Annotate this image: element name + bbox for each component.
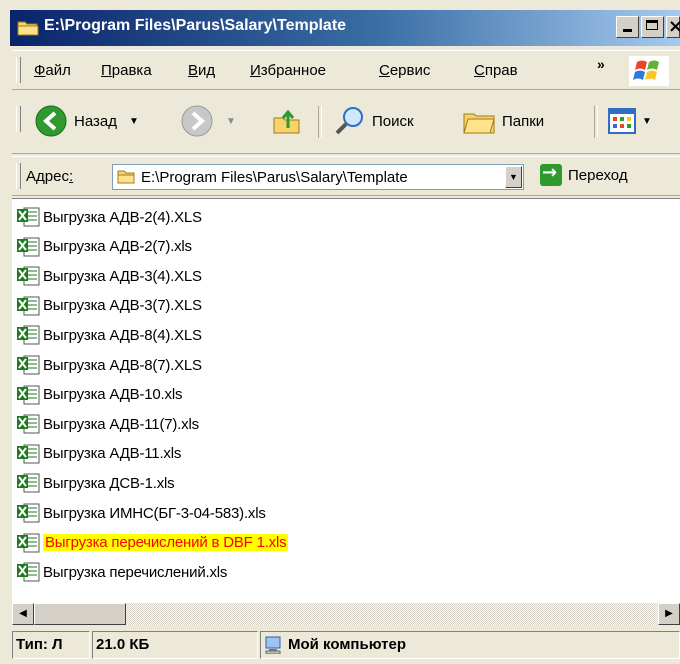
address-value: E:\Program Files\Parus\Salary\Template [141, 169, 408, 186]
file-item[interactable]: Выгрузка АДВ-3(4).XLS [16, 265, 202, 287]
address-input[interactable]: E:\Program Files\Parus\Salary\Template ▼ [112, 164, 524, 190]
folders-button[interactable]: Папки [462, 104, 544, 138]
views-button[interactable]: ▼ [608, 104, 652, 138]
my-computer-icon [265, 636, 281, 655]
minimize-button[interactable] [616, 16, 639, 38]
status-bar: Тип: Л 21.0 КБ Мой компьютер [12, 627, 680, 664]
file-item[interactable]: Выгрузка ДСВ-1.xls [16, 472, 175, 494]
excel-file-icon [17, 473, 40, 493]
folder-icon [117, 170, 135, 184]
standard-toolbar: Назад ▼ ▼ Поиск Папки ▼ [12, 92, 680, 154]
window-title: E:\Program Files\Parus\Salary\Template [44, 17, 347, 34]
status-size: 21.0 КБ [92, 631, 258, 659]
menu-bar: Файл Правка Вид Избранное Сервис Справ » [12, 50, 680, 90]
file-item[interactable]: Выгрузка перечислений.xls [16, 561, 227, 583]
scroll-left-button[interactable]: ◀ [12, 603, 34, 625]
file-name: Выгрузка АДВ-2(7).xls [43, 238, 192, 256]
windows-logo-icon [629, 56, 669, 86]
file-name: Выгрузка АДВ-11(7).xls [43, 415, 199, 433]
file-item[interactable]: Выгрузка АДВ-10.xls [16, 384, 182, 406]
address-label: Адрес: [26, 168, 74, 185]
file-name: Выгрузка АДВ-2(4).XLS [43, 208, 202, 226]
close-button[interactable] [666, 16, 680, 38]
title-bar[interactable]: E:\Program Files\Parus\Salary\Template [10, 10, 680, 46]
menu-overflow-chevron[interactable]: » [597, 56, 605, 72]
forward-button[interactable]: ▼ [180, 104, 236, 138]
menu-favorites[interactable]: Избранное [250, 62, 326, 79]
file-item[interactable]: Выгрузка АДВ-2(7).xls [16, 236, 192, 258]
folders-label: Папки [502, 112, 545, 130]
excel-file-icon [17, 296, 40, 316]
search-button[interactable]: Поиск [334, 104, 414, 138]
file-item[interactable]: Выгрузка АДВ-3(7).XLS [16, 295, 202, 317]
excel-file-icon [17, 325, 40, 345]
file-name: Выгрузка ДСВ-1.xls [43, 474, 175, 492]
menu-file[interactable]: Файл [34, 62, 71, 79]
up-folder-icon [273, 109, 300, 134]
horizontal-scrollbar[interactable]: ◀ ▶ [12, 603, 680, 625]
file-name: Выгрузка АДВ-3(4).XLS [43, 267, 202, 285]
go-button[interactable]: Переход [540, 162, 628, 186]
file-item[interactable]: Выгрузка перечислений в DBF 1.xls [16, 532, 289, 554]
excel-file-icon [17, 533, 40, 553]
status-location: Мой компьютер [260, 631, 680, 659]
excel-file-icon [17, 414, 40, 434]
excel-file-icon [17, 562, 40, 582]
menu-edit[interactable]: Правка [101, 62, 152, 79]
menu-view[interactable]: Вид [188, 62, 215, 79]
back-button[interactable]: Назад ▼ [34, 104, 139, 138]
folders-icon [463, 113, 495, 134]
scroll-right-button[interactable]: ▶ [658, 603, 680, 625]
file-name: Выгрузка АДВ-10.xls [43, 386, 183, 404]
file-name: Выгрузка перечислений в DBF 1.xls [43, 534, 289, 552]
status-type: Тип: Л [12, 631, 90, 659]
file-item[interactable]: Выгрузка АДВ-11.xls [16, 443, 181, 465]
excel-file-icon [17, 266, 40, 286]
excel-file-icon [17, 385, 40, 405]
up-folder-button[interactable] [272, 104, 302, 138]
file-name: Выгрузка перечислений.xls [43, 563, 228, 581]
address-bar: Адрес: E:\Program Files\Parus\Salary\Tem… [12, 156, 680, 196]
file-name: Выгрузка АДВ-3(7).XLS [43, 297, 202, 315]
forward-arrow-icon [181, 105, 213, 137]
excel-file-icon [17, 237, 40, 257]
menu-grip[interactable] [16, 57, 21, 83]
address-grip[interactable] [16, 163, 21, 189]
file-name: Выгрузка ИМНС(БГ-3-04-583).xls [43, 504, 266, 522]
back-label: Назад [74, 112, 117, 130]
forward-dropdown-icon[interactable]: ▼ [226, 116, 236, 127]
file-name: Выгрузка АДВ-11.xls [43, 445, 182, 463]
excel-file-icon [17, 503, 40, 523]
menu-help[interactable]: Справ [474, 62, 518, 79]
search-icon [335, 107, 363, 135]
toolbar-grip[interactable] [16, 106, 21, 132]
folder-icon [17, 21, 39, 36]
views-icon [608, 108, 636, 134]
views-dropdown-icon[interactable]: ▼ [642, 116, 652, 127]
scroll-thumb[interactable] [34, 603, 126, 625]
maximize-button[interactable] [641, 16, 664, 38]
file-item[interactable]: Выгрузка АДВ-2(4).XLS [16, 206, 202, 228]
back-arrow-icon [35, 105, 67, 137]
file-item[interactable]: Выгрузка АДВ-8(4).XLS [16, 324, 202, 346]
file-item[interactable]: Выгрузка ИМНС(БГ-3-04-583).xls [16, 502, 266, 524]
file-item[interactable]: Выгрузка АДВ-8(7).XLS [16, 354, 202, 376]
file-list[interactable]: Выгрузка АДВ-2(4).XLS Выгрузка АДВ-2(7).x… [12, 198, 680, 604]
go-label: Переход [568, 166, 628, 184]
go-arrow-icon [540, 162, 562, 186]
file-name: Выгрузка АДВ-8(4).XLS [43, 326, 202, 344]
menu-tools[interactable]: Сервис [379, 62, 430, 79]
file-item[interactable]: Выгрузка АДВ-11(7).xls [16, 413, 199, 435]
address-dropdown-button[interactable]: ▼ [505, 166, 522, 188]
search-label: Поиск [372, 112, 414, 130]
excel-file-icon [17, 444, 40, 464]
excel-file-icon [17, 355, 40, 375]
back-dropdown-icon[interactable]: ▼ [129, 116, 139, 127]
excel-file-icon [17, 207, 40, 227]
file-name: Выгрузка АДВ-8(7).XLS [43, 356, 202, 374]
